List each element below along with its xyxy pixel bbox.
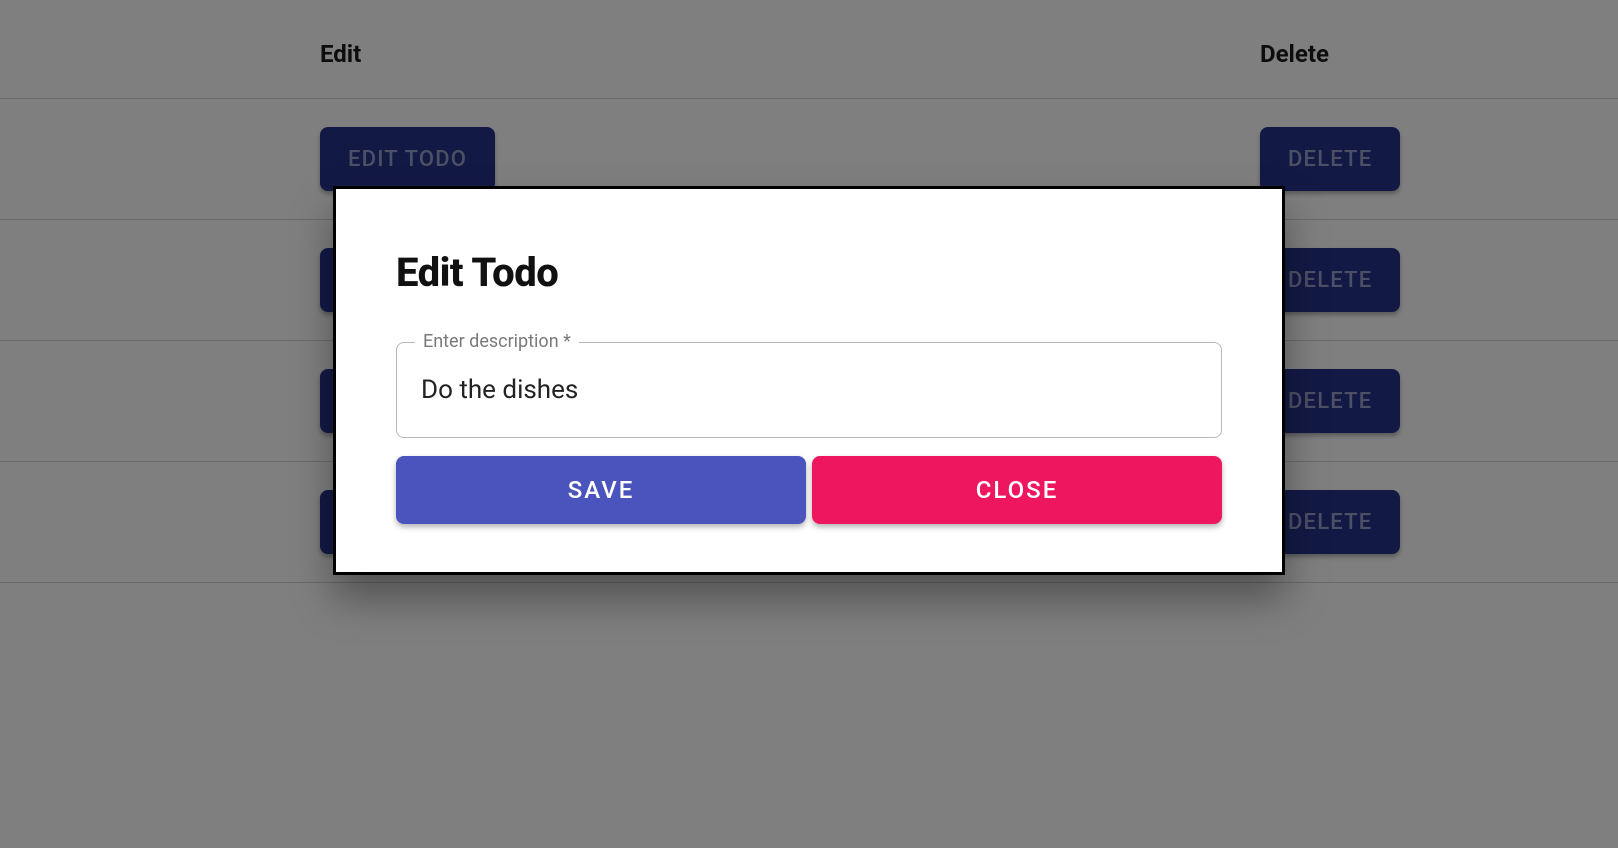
save-button[interactable]: SAVE	[396, 456, 806, 524]
close-button[interactable]: CLOSE	[812, 456, 1222, 524]
description-field: Enter description *	[396, 342, 1222, 438]
description-input[interactable]	[397, 343, 1221, 437]
modal-overlay[interactable]: Edit Todo Enter description * SAVE CLOSE	[0, 0, 1618, 848]
edit-todo-dialog: Edit Todo Enter description * SAVE CLOSE	[333, 186, 1285, 575]
dialog-title: Edit Todo	[396, 249, 1222, 296]
description-label: Enter description *	[415, 331, 579, 352]
dialog-actions: SAVE CLOSE	[396, 456, 1222, 524]
